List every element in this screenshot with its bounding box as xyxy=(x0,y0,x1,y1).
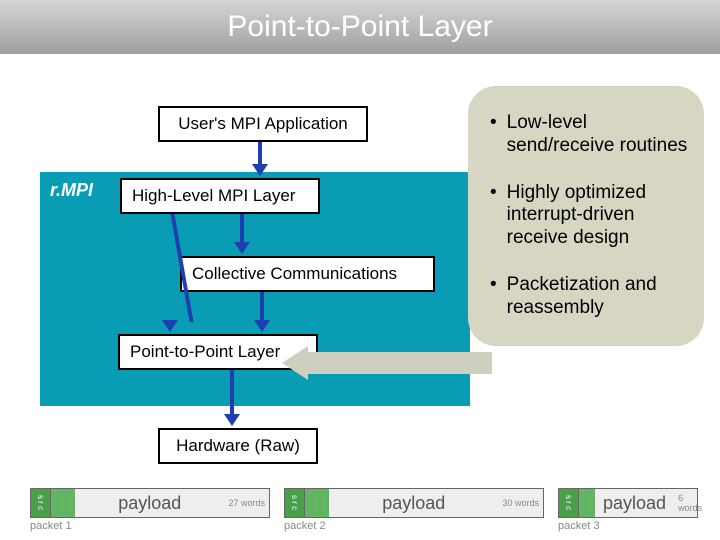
arrow-head-icon xyxy=(162,320,178,332)
packet-3: s r c payload 6 words packet 3 xyxy=(558,488,698,532)
packet-payload: payload xyxy=(75,489,224,517)
packet-src-label: s r c xyxy=(559,489,579,517)
packet-1: s r c payload 27 words packet 1 xyxy=(30,488,270,532)
bullet-text: Low-level send/receive routines xyxy=(507,112,690,158)
packet-src-label: s r c xyxy=(31,489,51,517)
arrow-coll-ptp xyxy=(260,292,264,322)
title-bar: Point-to-Point Layer xyxy=(0,0,720,54)
rmpi-label: r.MPI xyxy=(50,180,93,201)
box-collective-comm: Collective Communications xyxy=(180,256,435,292)
arrow-head-icon xyxy=(234,242,250,254)
bullet-item: •Low-level send/receive routines xyxy=(490,112,690,158)
packet-label: packet 2 xyxy=(284,520,544,532)
packet-header-bars-icon xyxy=(579,489,595,517)
bullet-text: Packetization and reassembly xyxy=(507,274,690,320)
bullet-icon: • xyxy=(490,274,497,320)
bullet-icon: • xyxy=(490,112,497,158)
callout-arrow xyxy=(282,346,492,380)
arrow-user-high xyxy=(258,142,262,166)
arrow-head-icon xyxy=(224,414,240,426)
packet-word-count: 27 words xyxy=(224,498,269,508)
box-hardware-raw: Hardware (Raw) xyxy=(158,428,318,464)
packet-src-label: s r c xyxy=(285,489,305,517)
callout-arrow-head-icon xyxy=(282,346,308,380)
packet-word-count: 6 words xyxy=(674,493,706,513)
packet-label: packet 1 xyxy=(30,520,270,532)
packet-header-bars-icon xyxy=(51,489,75,517)
box-user-app: User's MPI Application xyxy=(158,106,368,142)
packet-header-bars-icon xyxy=(305,489,329,517)
content-area: r.MPI User's MPI Application High-Level … xyxy=(0,54,720,474)
box-high-level-layer: High-Level MPI Layer xyxy=(120,178,320,214)
bullet-item: •Highly optimized interrupt-driven recei… xyxy=(490,182,690,250)
arrow-high-coll xyxy=(240,214,244,244)
bullet-text: Highly optimized interrupt-driven receiv… xyxy=(507,182,690,250)
packet-word-count: 30 words xyxy=(498,498,543,508)
packet-payload: payload xyxy=(595,489,674,517)
packet-label: packet 3 xyxy=(558,520,698,532)
packet-2: s r c payload 30 words packet 2 xyxy=(284,488,544,532)
arrow-head-icon xyxy=(252,164,268,176)
bullet-item: •Packetization and reassembly xyxy=(490,274,690,320)
packet-row: s r c payload 27 words packet 1 s r c pa… xyxy=(30,488,710,532)
callout-arrow-body xyxy=(308,352,492,374)
slide-title: Point-to-Point Layer xyxy=(227,10,492,44)
bullet-panel: •Low-level send/receive routines •Highly… xyxy=(468,86,704,346)
bullet-icon: • xyxy=(490,182,497,250)
arrow-ptp-hw xyxy=(230,370,234,416)
packet-payload: payload xyxy=(329,489,498,517)
arrow-head-icon xyxy=(254,320,270,332)
